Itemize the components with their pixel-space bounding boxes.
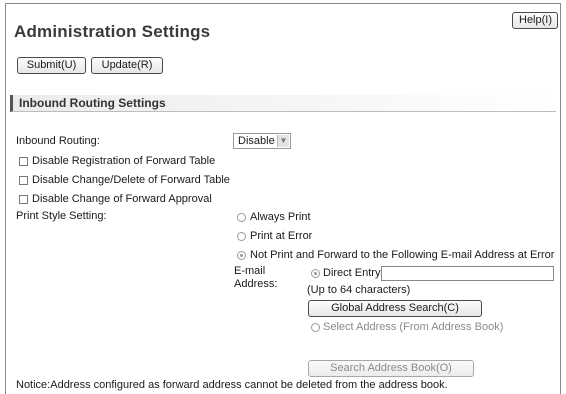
print-at-error-label: Print at Error — [250, 230, 313, 242]
submit-button[interactable]: Submit(U) — [17, 57, 86, 74]
direct-entry-radio[interactable] — [311, 269, 320, 278]
forward-at-error-radio[interactable] — [237, 251, 246, 260]
search-address-book-button[interactable]: Search Address Book(O) — [308, 360, 474, 377]
email-label-line2: Address: — [234, 278, 278, 290]
select-address-label: Select Address (From Address Book) — [323, 321, 504, 333]
email-label-line1: E-mail — [234, 265, 266, 277]
forward-at-error-label: Not Print and Forward to the Following E… — [250, 249, 555, 261]
direct-entry-input[interactable] — [381, 266, 554, 281]
direct-entry-label: Direct Entry: — [323, 267, 384, 279]
update-button[interactable]: Update(R) — [91, 57, 163, 74]
inbound-routing-label: Inbound Routing: — [16, 135, 100, 147]
disable-change-approval-label: Disable Change of Forward Approval — [32, 193, 212, 205]
global-address-search-button[interactable]: Global Address Search(C) — [308, 300, 482, 317]
always-print-radio[interactable] — [237, 213, 246, 222]
help-button[interactable]: Help(I) — [512, 12, 558, 29]
inbound-routing-value: Disable — [238, 135, 275, 147]
chevron-down-icon: ▼ — [277, 135, 289, 147]
disable-registration-checkbox[interactable] — [19, 157, 28, 166]
print-at-error-radio[interactable] — [237, 232, 246, 241]
disable-change-approval-checkbox[interactable] — [19, 195, 28, 204]
section-header: Inbound Routing Settings — [10, 95, 556, 112]
always-print-label: Always Print — [250, 211, 311, 223]
char-limit-note: (Up to 64 characters) — [307, 284, 411, 296]
section-title: Inbound Routing Settings — [19, 96, 166, 110]
inbound-routing-select[interactable]: Disable ▼ — [233, 133, 291, 149]
disable-change-delete-checkbox[interactable] — [19, 176, 28, 185]
page-title: Administration Settings — [14, 22, 211, 41]
notice-text: Notice:Address configured as forward add… — [16, 379, 448, 391]
print-style-label: Print Style Setting: — [16, 210, 107, 222]
disable-registration-label: Disable Registration of Forward Table — [32, 155, 216, 167]
select-address-radio[interactable] — [311, 323, 320, 332]
disable-change-delete-label: Disable Change/Delete of Forward Table — [32, 174, 230, 186]
